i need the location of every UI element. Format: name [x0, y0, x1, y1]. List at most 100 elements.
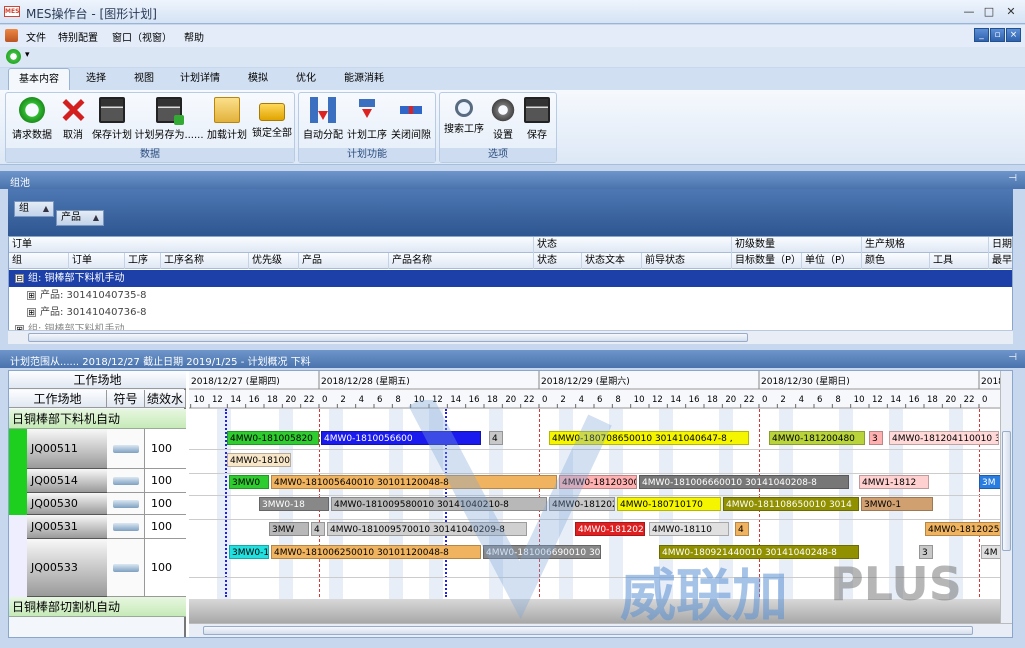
mdi-minimize-icon[interactable]: _: [974, 28, 989, 42]
col-workplace[interactable]: 工作场地: [9, 390, 107, 408]
operation-bar[interactable]: 3: [919, 545, 933, 559]
gantt-horizontal-scrollbar[interactable]: [189, 623, 1012, 637]
operation-bar[interactable]: 4MW0-18120300: [559, 475, 637, 489]
tab-optimize[interactable]: 优化: [288, 68, 324, 90]
operation-bar[interactable]: 4MW0-181204110010 3011: [889, 431, 999, 445]
operation-bar[interactable]: 4: [311, 522, 325, 536]
auto-assign-button[interactable]: 自动分配: [301, 95, 345, 143]
tab-basic[interactable]: 基本内容: [8, 68, 70, 90]
operation-bar[interactable]: 4M: [981, 545, 1002, 559]
operation-bar[interactable]: 4MW0-1810056600: [321, 431, 481, 445]
col-group[interactable]: 组: [9, 253, 69, 269]
col-target-qty[interactable]: 目标数量（P）: [732, 253, 802, 269]
close-icon[interactable]: ✕: [1002, 4, 1020, 19]
expand-icon[interactable]: ⊞: [27, 291, 36, 300]
table-row[interactable]: ⊞ 产品: 30141040736-8: [9, 304, 1012, 321]
save-plan-as-button[interactable]: 计划另存为......: [134, 95, 204, 143]
operation-bar[interactable]: 4MW0-181005640010 30101120048-8: [271, 475, 557, 489]
menu-help[interactable]: 帮助: [184, 29, 204, 44]
tab-plan-details[interactable]: 计划详情: [172, 68, 228, 90]
pin-icon[interactable]: ⊣: [1008, 173, 1017, 184]
workplace-row[interactable]: JQ00530 100: [9, 493, 186, 515]
operation-bar[interactable]: 4MW0-181006690010 30141040211: [483, 545, 601, 559]
maximize-icon[interactable]: □: [980, 4, 998, 19]
mdi-close-icon[interactable]: ×: [1006, 28, 1021, 42]
tab-simulation[interactable]: 模拟: [240, 68, 276, 90]
col-earliest[interactable]: 最早开: [989, 253, 1012, 269]
operation-bar[interactable]: 4MW0-181009570010 30141040209-8: [327, 522, 527, 536]
operation-bar[interactable]: 4MW0-181009580010 30141040210-8: [331, 497, 547, 511]
close-gap-button[interactable]: 关闭间隙: [389, 95, 433, 143]
operation-bar[interactable]: 4MW0-181200480: [769, 431, 865, 445]
workplace-row[interactable]: JQ00511 100: [9, 429, 186, 469]
operation-bar[interactable]: 3MW: [269, 522, 309, 536]
menu-file[interactable]: 文件: [26, 29, 46, 44]
operation-bar[interactable]: 4MW0-181108650010 3014: [723, 497, 859, 511]
col-status[interactable]: 状态: [534, 253, 582, 269]
operation-bar[interactable]: 4MW0-181202590010: [925, 522, 1002, 536]
group-chip-group[interactable]: 组 ▲: [14, 201, 54, 217]
workplace-row[interactable]: JQ00514 100: [9, 469, 186, 493]
minimize-icon[interactable]: —: [960, 4, 978, 19]
scroll-thumb[interactable]: [28, 333, 748, 342]
workplace-row[interactable]: JQ00533 100: [9, 539, 186, 597]
group-chip-product[interactable]: 产品 ▲: [56, 210, 104, 226]
gantt-vertical-scrollbar[interactable]: [1000, 371, 1012, 623]
workplace-group[interactable]: 日铜棒部切割机自动: [9, 597, 186, 617]
expand-icon[interactable]: ⊞: [27, 308, 36, 317]
lock-all-button[interactable]: 锁定全部: [250, 95, 294, 143]
col-product-name[interactable]: 产品名称: [389, 253, 534, 269]
cancel-button[interactable]: 取消: [56, 95, 90, 143]
col-priority[interactable]: 优先级: [249, 253, 299, 269]
col-order[interactable]: 订单: [69, 253, 125, 269]
settings-button[interactable]: 设置: [486, 95, 520, 143]
col-unit[interactable]: 单位（P）: [802, 253, 862, 269]
operation-bar[interactable]: 4MW0-180921440010 30141040248-8: [659, 545, 859, 559]
request-data-button[interactable]: 请求数据: [8, 95, 56, 143]
col-performance[interactable]: 绩效水平: [145, 390, 186, 408]
quick-access-dropdown-icon[interactable]: ▾: [25, 50, 30, 60]
operation-bar[interactable]: 4MW0-18120270010: [549, 497, 615, 511]
menu-window[interactable]: 窗口（视窗）: [112, 29, 172, 44]
operation-bar[interactable]: 4MW0-18110: [649, 522, 729, 536]
gantt-timeline[interactable]: 2018/12/27 (星期四) 2018/12/28 (星期五) 2018/12/…: [189, 371, 1002, 623]
operation-bar[interactable]: 3MW0-1: [861, 497, 933, 511]
operation-bar[interactable]: 4MW1-1812: [859, 475, 929, 489]
operation-bar[interactable]: 4MW0-18100: [227, 453, 291, 467]
operation-bar[interactable]: 4MW0-181006660010 30141040208-8: [639, 475, 849, 489]
col-tool[interactable]: 工具: [930, 253, 989, 269]
operation-bar[interactable]: 4MW0-180710170: [617, 497, 721, 511]
operation-bar[interactable]: 3MW0-18: [259, 497, 329, 511]
quick-refresh-icon[interactable]: [6, 49, 21, 64]
col-symbol[interactable]: 符号: [107, 390, 145, 408]
col-operation[interactable]: 工序: [125, 253, 161, 269]
app-menu-icon[interactable]: [5, 29, 18, 42]
collapse-icon[interactable]: ⊟: [15, 274, 24, 283]
operation-bar[interactable]: 4MW0-181005820: [227, 431, 319, 445]
tab-view[interactable]: 视图: [126, 68, 162, 90]
tab-energy[interactable]: 能源消耗: [334, 68, 394, 90]
operation-bar[interactable]: 3MW0-1: [229, 545, 269, 559]
col-operation-name[interactable]: 工序名称: [161, 253, 249, 269]
save-button[interactable]: 保存: [520, 95, 554, 143]
operation-bar[interactable]: 4MW0-18120216: [575, 522, 645, 536]
col-product[interactable]: 产品: [299, 253, 389, 269]
menu-special-config[interactable]: 特别配置: [58, 29, 98, 44]
save-plan-button[interactable]: 保存计划: [90, 95, 134, 143]
scroll-thumb[interactable]: [1002, 431, 1011, 551]
operation-bar[interactable]: 4MW0-181006250010 30101120048-8: [271, 545, 481, 559]
col-color[interactable]: 颜色: [862, 253, 930, 269]
operation-bar[interactable]: 3MW0: [229, 475, 269, 489]
table-row[interactable]: ⊞ 产品: 30141040735-8: [9, 287, 1012, 304]
table-row[interactable]: ⊟ 组: 铜棒部下料机手动: [9, 270, 1012, 287]
operation-bar[interactable]: 3M: [979, 475, 1002, 489]
operation-bar[interactable]: 4: [489, 431, 503, 445]
workplace-group[interactable]: 日铜棒部下料机自动: [9, 409, 186, 429]
plan-operation-button[interactable]: 计划工序: [345, 95, 389, 143]
operation-bar[interactable]: 4MW0-180708650010 30141040647-8 ,: [549, 431, 749, 445]
search-operation-button[interactable]: 搜索工序: [442, 95, 486, 143]
workplace-row[interactable]: JQ00531 100: [9, 515, 186, 539]
col-predecessor-status[interactable]: 前导状态: [642, 253, 732, 269]
pin-icon[interactable]: ⊣: [1008, 352, 1017, 363]
mdi-restore-icon[interactable]: ▫: [990, 28, 1005, 42]
